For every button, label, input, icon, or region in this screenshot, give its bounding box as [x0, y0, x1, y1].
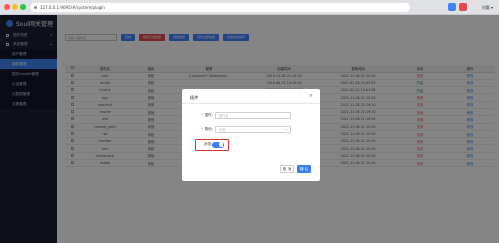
plugin-name-input[interactable]: 插件名	[215, 111, 291, 119]
role-select-value: 系统	[219, 127, 226, 132]
label-text: 插件	[204, 112, 212, 117]
status-toggle[interactable]	[212, 141, 224, 148]
maximize-window-icon[interactable]	[20, 4, 26, 10]
label-text: 状态	[204, 142, 212, 146]
chevron-down-icon: ▾	[285, 127, 287, 132]
dialog-divider	[182, 103, 320, 104]
address-bar[interactable]: 127.0.0.1:9095/#/system/plugin	[30, 3, 410, 12]
plugin-name-label: * 插件:	[201, 112, 213, 117]
browser-toolbar: 127.0.0.1:9095/#/system/plugin 刘惠 ▾	[0, 0, 499, 15]
label-text: 角色	[204, 126, 212, 131]
user-profile[interactable]: 刘惠 ▾	[482, 3, 493, 12]
extension-icon[interactable]	[448, 3, 456, 11]
plugin-dialog: 插件 × * 插件: 插件名 * 角色: 系统▾ 状态: 取 消 确 认	[182, 89, 320, 181]
minimize-window-icon[interactable]	[12, 4, 18, 10]
app-root: 127.0.0.1:9095/#/system/plugin 刘惠 ▾ Soul…	[0, 0, 499, 243]
close-window-icon[interactable]	[4, 4, 10, 10]
dialog-title: 插件	[190, 95, 199, 100]
required-mark: *	[201, 126, 204, 131]
role-label: * 角色:	[201, 126, 213, 131]
info-icon[interactable]	[34, 6, 37, 9]
cancel-button[interactable]: 取 消	[280, 165, 294, 173]
role-select[interactable]: 系统 ▾	[215, 125, 291, 133]
plugin-name-row: * 插件: 插件名	[195, 111, 291, 119]
confirm-button[interactable]: 确 认	[297, 165, 311, 173]
close-icon[interactable]: ×	[309, 94, 313, 99]
required-mark: *	[201, 112, 204, 117]
toggle-knob	[218, 142, 224, 147]
extension-icon[interactable]	[459, 3, 467, 11]
role-row: * 角色: 系统 ▾	[195, 125, 291, 133]
url-text: 127.0.0.1:9095/#/system/plugin	[40, 5, 105, 10]
